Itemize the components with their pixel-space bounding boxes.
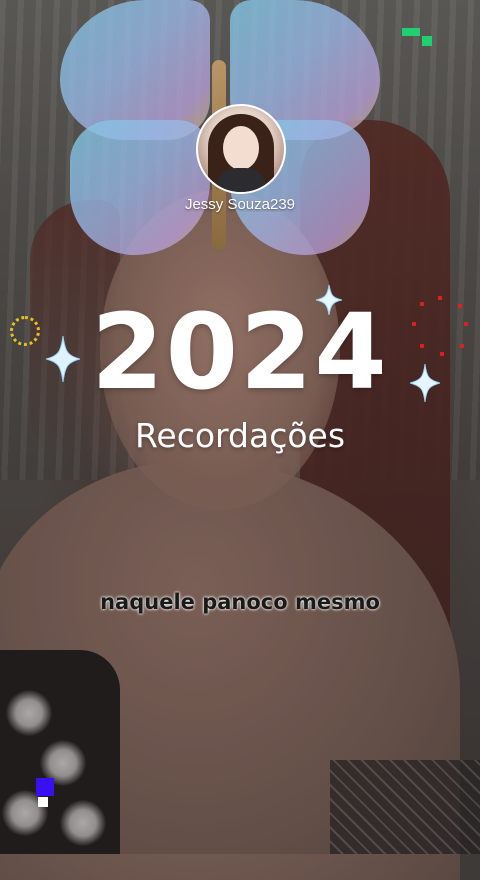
caption-text: naquele panoco mesmo: [100, 590, 380, 614]
butterfly-wing: [60, 0, 210, 140]
purple-pixel-icon: [36, 778, 54, 796]
username-label[interactable]: Jessy Souza239: [140, 196, 340, 213]
memories-subtitle: Recordações: [134, 416, 346, 455]
gear-ring-icon: [10, 316, 40, 346]
green-pixel-icon: [402, 28, 434, 50]
avatar[interactable]: [196, 104, 286, 194]
butterfly-wing: [70, 120, 210, 255]
white-pixel-icon: [38, 797, 48, 807]
year-title: 2024: [91, 291, 389, 413]
